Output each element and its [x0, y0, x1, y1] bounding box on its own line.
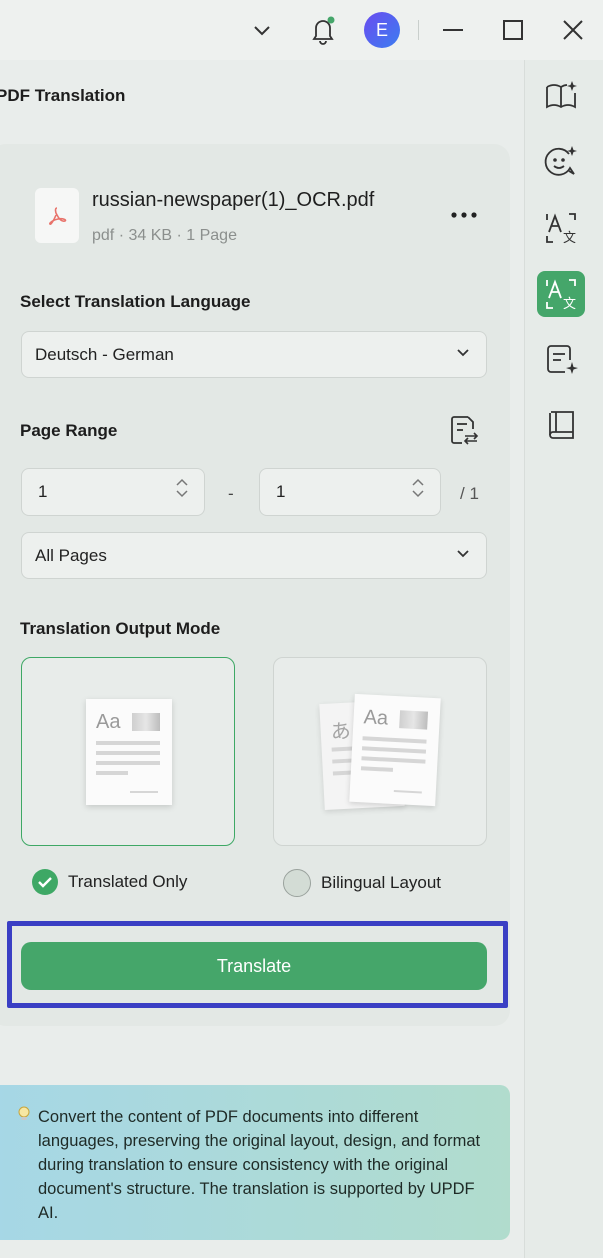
thumbnail-line: [96, 771, 128, 775]
thumbnail-line: [393, 789, 422, 794]
close-icon[interactable]: [560, 0, 586, 60]
info-text: Convert the content of PDF documents int…: [38, 1108, 481, 1222]
page-to-stepper[interactable]: [412, 478, 424, 498]
thumbnail-line: [130, 791, 158, 793]
svg-text:文: 文: [563, 231, 576, 246]
thumbnail-line: [96, 751, 160, 755]
page-to-input[interactable]: 1: [259, 468, 441, 516]
page-from-input[interactable]: 1: [21, 468, 205, 516]
mode-bilingual-card[interactable]: あ Aa: [273, 657, 487, 846]
minimize-icon[interactable]: [440, 0, 466, 60]
thumbnail-text: あ: [330, 720, 352, 744]
page-to-value: 1: [276, 482, 286, 501]
panel-title: PDF Translation: [0, 86, 126, 105]
summarize-icon[interactable]: [537, 337, 585, 383]
lightbulb-icon: [17, 1106, 31, 1129]
chevron-up-icon[interactable]: [412, 478, 424, 486]
reader-icon[interactable]: [537, 72, 585, 118]
page-range-separator: -: [228, 484, 234, 503]
page-scope-value: All Pages: [35, 545, 107, 565]
file-meta: pdf · 34 KB · 1 Page: [92, 227, 237, 244]
document-thumbnail-front: Aa: [349, 693, 441, 807]
language-select-value: Deutsch - German: [35, 344, 174, 364]
more-options-icon[interactable]: [448, 203, 480, 227]
chevron-up-icon[interactable]: [176, 478, 188, 486]
ai-chat-icon[interactable]: [537, 138, 585, 184]
thumbnail-image: [132, 713, 160, 731]
file-name: russian-newspaper(1)_OCR.pdf: [92, 189, 375, 211]
pdf-file-icon: [35, 188, 79, 243]
language-label: Select Translation Language: [20, 292, 251, 311]
page-total: / 1: [460, 484, 479, 503]
mode-translated-only-card[interactable]: Aa: [21, 657, 235, 846]
radio-bilingual-layout-label: Bilingual Layout: [321, 873, 442, 892]
thumbnail-text: Aa: [96, 711, 121, 733]
radio-translated-only[interactable]: Translated Only: [32, 869, 187, 895]
thumbnail-line: [360, 766, 394, 772]
language-select[interactable]: Deutsch - German: [21, 331, 487, 378]
output-mode-label: Translation Output Mode: [20, 619, 221, 638]
title-bar: E: [0, 0, 603, 60]
translate-button[interactable]: Translate: [21, 942, 487, 990]
page-from-value: 1: [38, 482, 48, 501]
maximize-icon[interactable]: [500, 0, 526, 60]
notification-bell-icon[interactable]: [308, 0, 338, 60]
svg-text:文: 文: [563, 297, 576, 312]
thumbnail-line: [96, 761, 160, 765]
thumbnail-image: [399, 710, 429, 730]
page-from-stepper[interactable]: [176, 478, 188, 498]
book-icon[interactable]: [537, 403, 585, 449]
thumbnail-line: [361, 756, 426, 764]
chevron-down-icon[interactable]: [250, 0, 274, 60]
page-range-label: Page Range: [20, 421, 118, 440]
thumbnail-text: Aa: [363, 706, 389, 730]
checkmark-icon[interactable]: [32, 869, 58, 895]
chevron-down-icon[interactable]: [412, 490, 424, 498]
chevron-down-icon: [457, 349, 469, 357]
pdf-translate-icon[interactable]: 文: [537, 271, 585, 317]
translate-icon[interactable]: 文: [537, 205, 585, 251]
chevron-down-icon: [457, 550, 469, 558]
chevron-down-icon[interactable]: [176, 490, 188, 498]
thumbnail-line: [362, 736, 427, 744]
page-range-swap-icon[interactable]: [448, 414, 480, 451]
thumbnail-line: [96, 741, 160, 745]
thumbnail-line: [361, 746, 427, 754]
document-thumbnail: Aa: [86, 699, 172, 805]
titlebar-divider: [418, 20, 419, 40]
radio-empty-icon[interactable]: [283, 869, 311, 897]
radio-translated-only-label: Translated Only: [68, 872, 188, 891]
avatar[interactable]: E: [364, 12, 400, 48]
page-scope-select[interactable]: All Pages: [21, 532, 487, 579]
radio-bilingual-layout[interactable]: Bilingual Layout: [283, 869, 441, 897]
